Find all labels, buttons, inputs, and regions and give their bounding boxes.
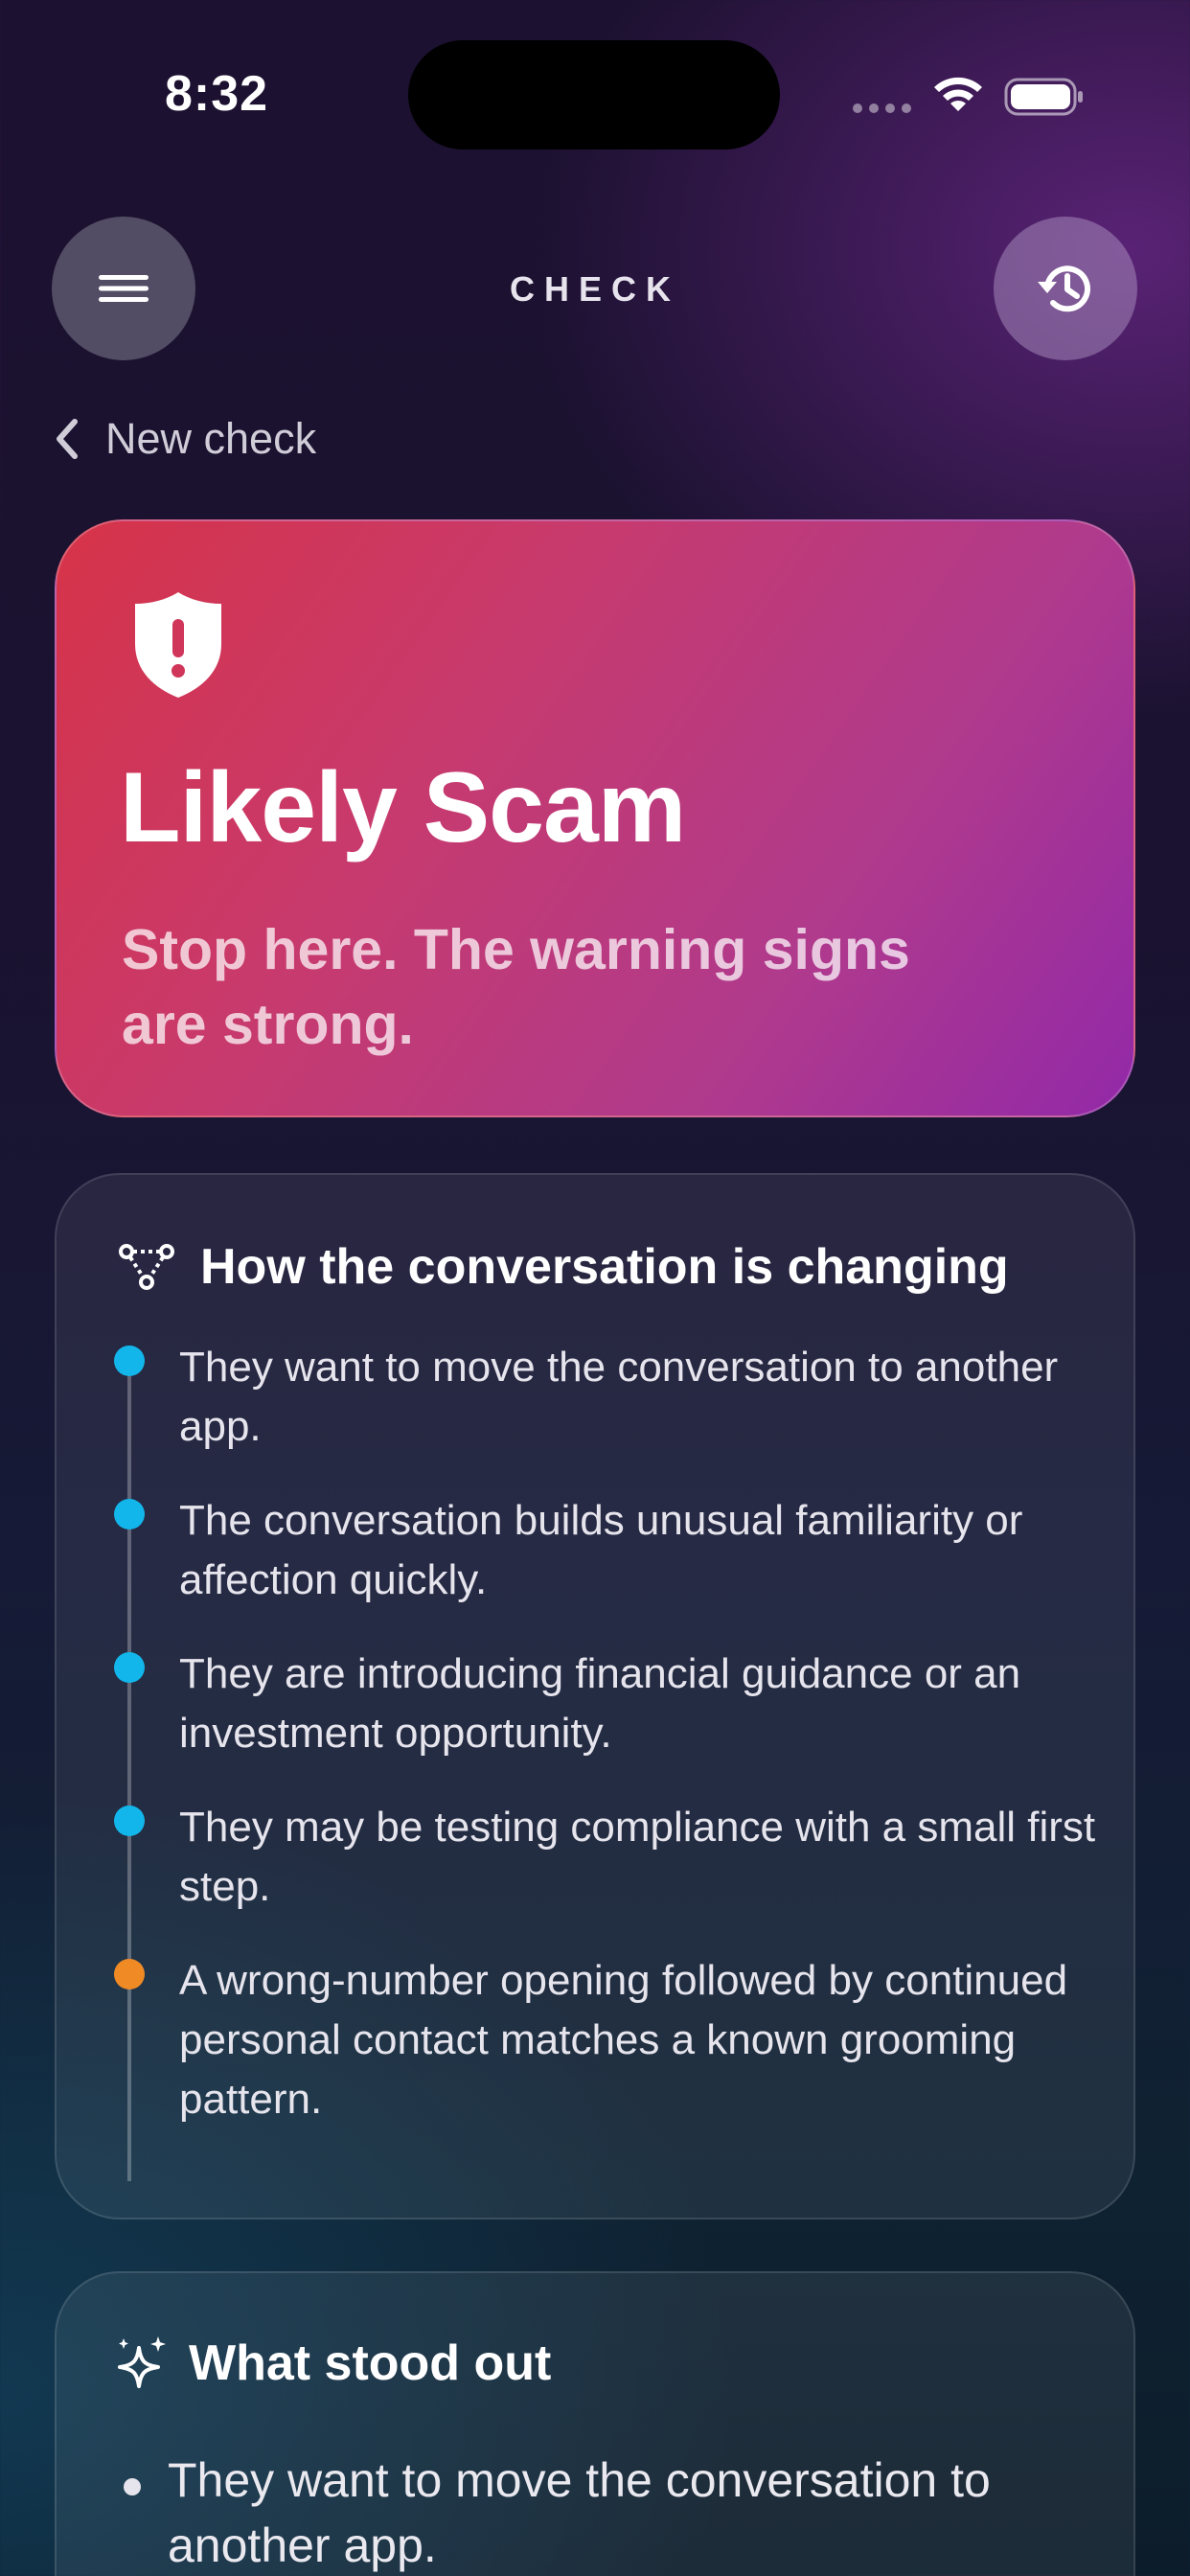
standout-item-text: They want to move the conversation to an… (168, 2453, 991, 2572)
back-link-label: New check (105, 414, 317, 463)
timeline-dot (114, 1499, 145, 1530)
history-clock-icon (1038, 265, 1090, 312)
what-stood-out-card: What stood out They want to move the con… (55, 2271, 1135, 2576)
battery-icon (1004, 78, 1083, 116)
dynamic-island (408, 40, 780, 150)
timeline-dot (114, 1959, 145, 1990)
new-check-back-link[interactable]: New check (52, 410, 316, 468)
sparkles-icon (118, 2336, 166, 2388)
timeline-item-text: They may be testing compliance with a sm… (179, 1804, 1096, 1910)
trajectory-card-header: How the conversation is changing (118, 1238, 1009, 1296)
timeline-item-text: They want to move the conversation to an… (179, 1344, 1059, 1450)
standout-card-title: What stood out (189, 2335, 552, 2391)
verdict-subtitle: Stop here. The warning signs are strong. (122, 918, 910, 1056)
history-button[interactable] (994, 217, 1137, 360)
bullet-dot (124, 2478, 141, 2496)
timeline-dot (114, 1652, 145, 1683)
timeline-item-text: They are introducing financial guidance … (179, 1650, 1021, 1757)
verdict-title: Likely Scam (120, 752, 686, 863)
path-flow-icon (119, 1244, 174, 1290)
trajectory-card-title: How the conversation is changing (200, 1239, 1009, 1295)
standout-list: They want to move the conversation to an… (116, 2448, 1093, 2576)
timeline-dot (114, 1806, 145, 1836)
timeline-dot (114, 1346, 145, 1376)
timeline-item-text: A wrong-number opening followed by conti… (179, 1957, 1068, 2123)
shield-alert-icon (135, 592, 221, 698)
status-bar: 8:32 (0, 0, 1190, 153)
timeline-line (127, 1357, 131, 2181)
standout-list-item: They want to move the conversation to an… (116, 2448, 1093, 2576)
wifi-icon (934, 77, 982, 111)
conversation-trajectory-card: How the conversation is changing They wa… (55, 1173, 1135, 2220)
status-time: 8:32 (165, 66, 269, 122)
chevron-left-icon (57, 419, 78, 459)
standout-card-header: What stood out (116, 2334, 551, 2392)
cellular-signal-icon (853, 104, 912, 115)
timeline-item-text: The conversation builds unusual familiar… (179, 1497, 1023, 1603)
verdict-card: Likely Scam Stop here. The warning signs… (55, 519, 1135, 1117)
